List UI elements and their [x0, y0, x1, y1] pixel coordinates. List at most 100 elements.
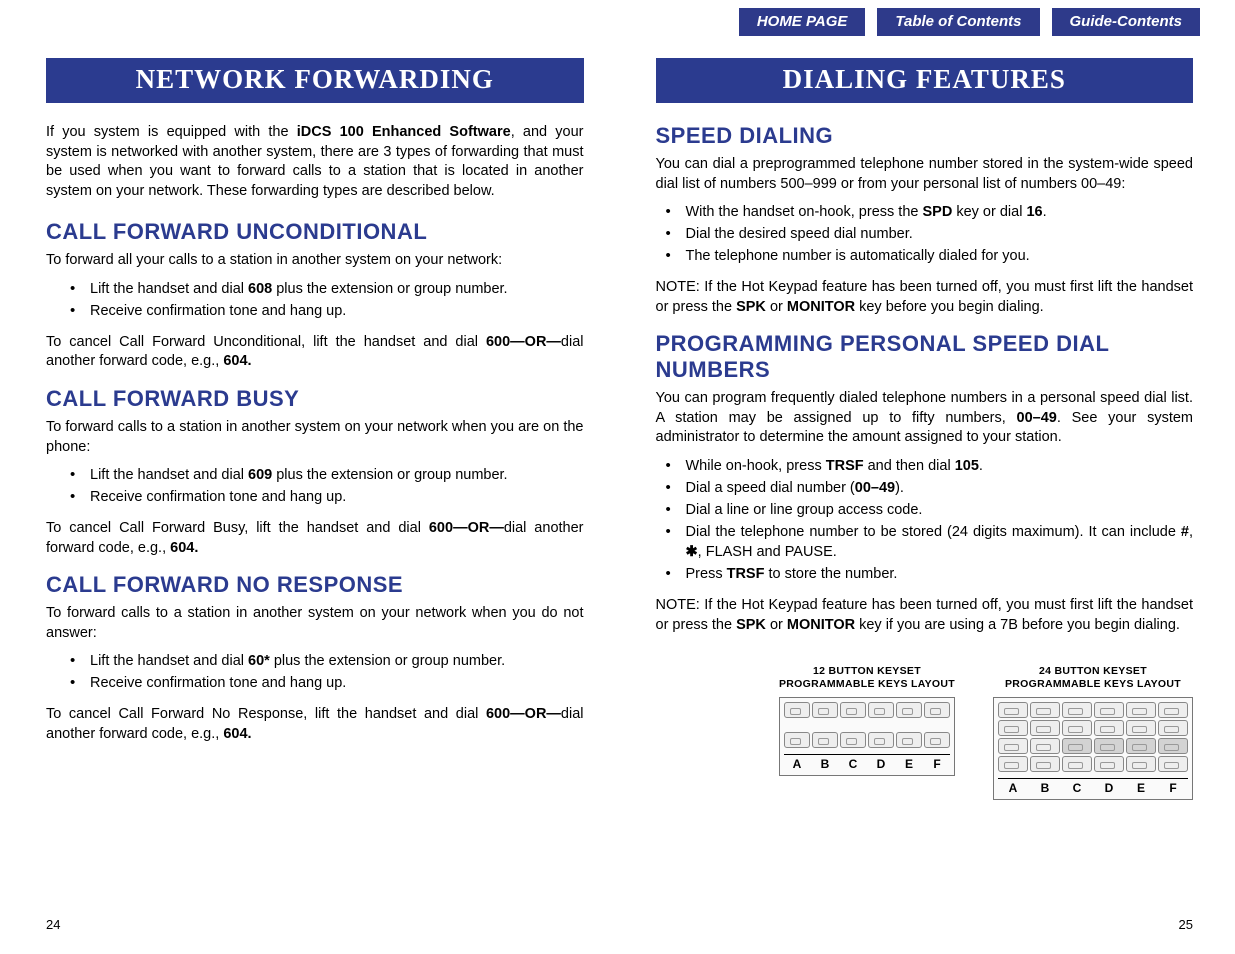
top-nav: HOME PAGE Table of Contents Guide-Conten… [739, 8, 1200, 36]
keypad-12-grid: ABCDEF [779, 697, 955, 776]
list-item: Lift the handset and dial 609 plus the e… [46, 465, 584, 485]
list-item: Receive confirmation tone and hang up. [46, 673, 584, 693]
dial-code: 16 [1026, 204, 1042, 220]
col-label: F [924, 757, 950, 771]
heading-speed-dialing: SPEED DIALING [656, 123, 1194, 149]
or-separator: —OR— [453, 520, 504, 536]
program-speed-note: NOTE: If the Hot Keypad feature has been… [656, 596, 1194, 635]
list-item: Receive confirmation tone and hang up. [46, 487, 584, 507]
note-text: or [766, 299, 787, 315]
speed-dialing-note: NOTE: If the Hot Keypad feature has been… [656, 278, 1194, 317]
col-label: C [1062, 781, 1092, 795]
step-text: ). [895, 480, 904, 496]
or-separator: —OR— [510, 706, 561, 722]
list-item: Receive confirmation tone and hang up. [46, 301, 584, 321]
heading-cf-noresponse: CALL FORWARD NO RESPONSE [46, 572, 584, 598]
cancel-text: To cancel Call Forward No Response, lift… [46, 706, 486, 722]
number-range: 00–49 [1017, 410, 1057, 426]
intro-pre: If you system is equipped with the [46, 124, 297, 140]
dial-code: 60* [248, 653, 270, 669]
intro-paragraph: If you system is equipped with the iDCS … [46, 123, 584, 201]
key-name: SPK [736, 617, 766, 633]
nav-guide-button[interactable]: Guide-Contents [1052, 8, 1201, 36]
dial-code: 604. [170, 540, 198, 556]
step-text: Lift the handset and dial [90, 653, 248, 669]
list-item: While on-hook, press TRSF and then dial … [656, 456, 1194, 476]
dial-code: 604. [223, 353, 251, 369]
list-item: Dial a speed dial number (00–49). [656, 478, 1194, 498]
cancel-text: To cancel Call Forward Busy, lift the ha… [46, 520, 429, 536]
page-number-right: 25 [1179, 917, 1193, 932]
list-item: Lift the handset and dial 608 plus the e… [46, 279, 584, 299]
heading-cf-unconditional: CALL FORWARD UNCONDITIONAL [46, 219, 584, 245]
dial-code: 609 [248, 467, 272, 483]
left-page: NETWORK FORWARDING If you system is equi… [46, 58, 584, 954]
step-text: key or dial [952, 204, 1026, 220]
note-text: or [766, 617, 787, 633]
dial-code: 105 [955, 458, 979, 474]
cf-busy-cancel: To cancel Call Forward Busy, lift the ha… [46, 519, 584, 558]
page-number-left: 24 [46, 917, 60, 932]
cf-busy-lead: To forward calls to a station in another… [46, 418, 584, 457]
step-text: Dial a speed dial number ( [686, 480, 855, 496]
keypad-12-button: 12 BUTTON KEYSET PROGRAMMABLE KEYS LAYOU… [779, 665, 955, 776]
keypad-24-grid: ABCDEF [993, 697, 1193, 800]
step-text: Press [686, 566, 727, 582]
step-text: . [1043, 204, 1047, 220]
key-name: MONITOR [787, 299, 855, 315]
step-text: While on-hook, press [686, 458, 826, 474]
cf-unconditional-steps: Lift the handset and dial 608 plus the e… [46, 279, 584, 321]
dial-code: 604. [223, 726, 251, 742]
keypad-12-labels: ABCDEF [784, 754, 950, 771]
cf-busy-steps: Lift the handset and dial 609 plus the e… [46, 465, 584, 507]
cf-unconditional-cancel: To cancel Call Forward Unconditional, li… [46, 333, 584, 372]
title-line: 24 BUTTON KEYSET [1039, 665, 1147, 677]
number-range: 00–49 [855, 480, 895, 496]
key-name: SPK [736, 299, 766, 315]
col-label: F [1158, 781, 1188, 795]
keypad-24-button: 24 BUTTON KEYSET PROGRAMMABLE KEYS LAYOU… [993, 665, 1193, 800]
step-text: With the handset on-hook, press the [686, 204, 923, 220]
nav-home-button[interactable]: HOME PAGE [739, 8, 866, 36]
col-label: E [1126, 781, 1156, 795]
step-text: , [1189, 524, 1193, 540]
keypad-24-title: 24 BUTTON KEYSET PROGRAMMABLE KEYS LAYOU… [993, 665, 1193, 691]
keypad-24-labels: ABCDEF [998, 778, 1188, 795]
col-label: A [784, 757, 810, 771]
step-text: and then dial [864, 458, 955, 474]
heading-cf-busy: CALL FORWARD BUSY [46, 386, 584, 412]
step-text: , FLASH and PAUSE. [698, 544, 837, 560]
dial-code: 608 [248, 281, 272, 297]
key-char: # [1181, 524, 1189, 540]
dial-code: 600 [486, 706, 510, 722]
title-line: 12 BUTTON KEYSET [813, 665, 921, 677]
note-text: key before you begin dialing. [855, 299, 1044, 315]
list-item: With the handset on-hook, press the SPD … [656, 202, 1194, 222]
list-item: Dial the desired speed dial number. [656, 224, 1194, 244]
list-item: Dial the telephone number to be stored (… [656, 522, 1194, 562]
key-name: SPD [922, 204, 952, 220]
keypad-diagrams: 12 BUTTON KEYSET PROGRAMMABLE KEYS LAYOU… [656, 665, 1194, 800]
speed-dialing-steps: With the handset on-hook, press the SPD … [656, 202, 1194, 266]
program-speed-steps: While on-hook, press TRSF and then dial … [656, 456, 1194, 584]
program-speed-lead: You can program frequently dialed teleph… [656, 389, 1194, 448]
col-label: B [1030, 781, 1060, 795]
col-label: A [998, 781, 1028, 795]
key-name: TRSF [826, 458, 864, 474]
list-item: Dial a line or line group access code. [656, 500, 1194, 520]
title-line: PROGRAMMABLE KEYS LAYOUT [1005, 678, 1181, 690]
cf-noresponse-cancel: To cancel Call Forward No Response, lift… [46, 705, 584, 744]
nav-toc-button[interactable]: Table of Contents [877, 8, 1039, 36]
or-separator: —OR— [510, 334, 561, 350]
banner-dialing-features: DIALING FEATURES [656, 58, 1194, 103]
step-text: Lift the handset and dial [90, 281, 248, 297]
step-text: plus the extension or group number. [270, 653, 505, 669]
col-label: C [840, 757, 866, 771]
intro-bold: iDCS 100 Enhanced Software [297, 124, 511, 140]
step-text: Dial the telephone number to be stored (… [686, 524, 1181, 540]
col-label: B [812, 757, 838, 771]
list-item: Lift the handset and dial 60* plus the e… [46, 651, 584, 671]
cf-unconditional-lead: To forward all your calls to a station i… [46, 251, 584, 271]
list-item: The telephone number is automatically di… [656, 246, 1194, 266]
title-line: PROGRAMMABLE KEYS LAYOUT [779, 678, 955, 690]
